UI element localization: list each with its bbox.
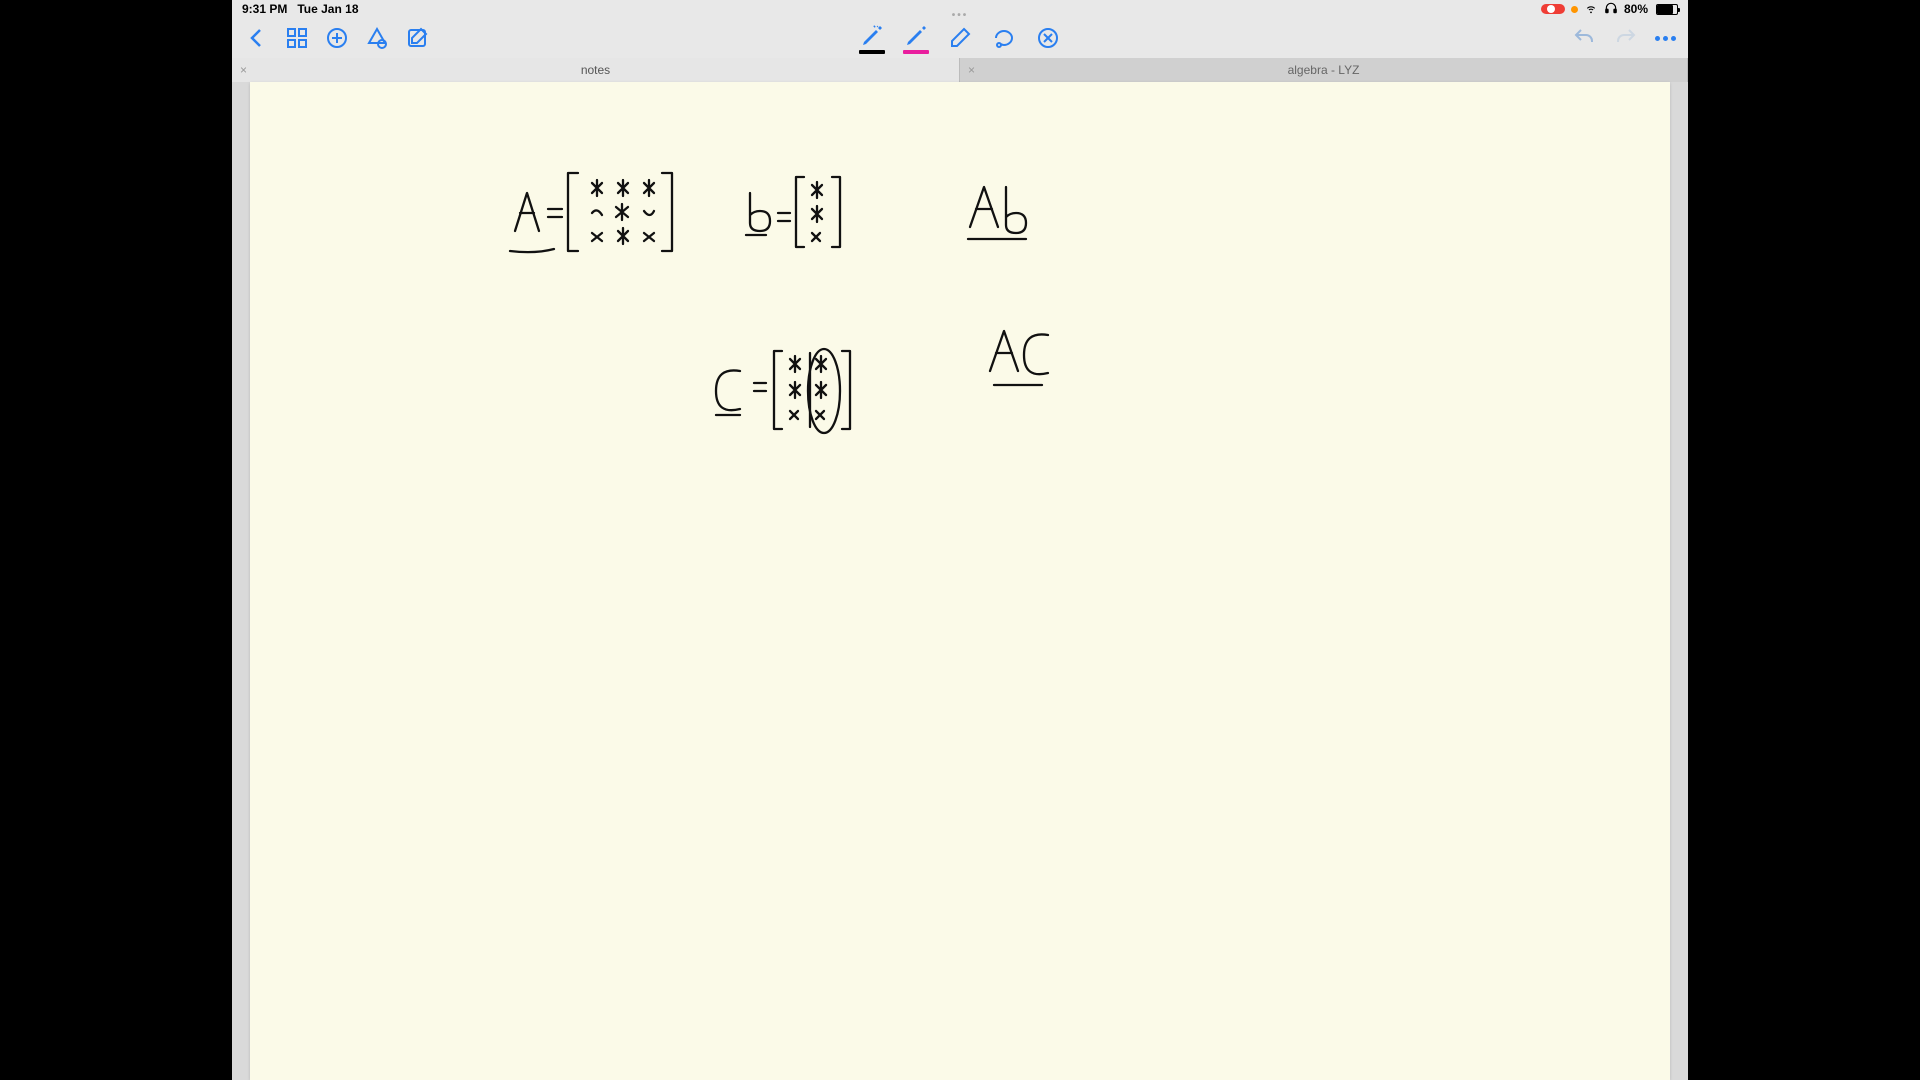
battery-percent: 80% (1624, 2, 1648, 16)
hw-AC (990, 331, 1048, 385)
close-tool[interactable] (1035, 25, 1061, 51)
drawing-canvas[interactable] (250, 82, 1670, 1080)
lasso-tool[interactable] (991, 25, 1017, 51)
mic-in-use-icon (1571, 6, 1578, 13)
tab-notes[interactable]: × notes (232, 58, 960, 82)
more-menu-button[interactable] (1655, 36, 1676, 41)
tab-label: notes (581, 63, 610, 77)
hw-A-equals (510, 173, 672, 252)
undo-button[interactable] (1571, 25, 1597, 51)
headphones-icon (1604, 1, 1618, 18)
redo-button[interactable] (1613, 25, 1639, 51)
pen-tool-1[interactable] (859, 23, 885, 54)
add-page-button[interactable] (324, 25, 350, 51)
eraser-tool[interactable] (947, 25, 973, 51)
grid-view-button[interactable] (284, 25, 310, 51)
hw-b-equals (746, 177, 840, 247)
battery-icon (1656, 4, 1678, 15)
close-tab-icon[interactable]: × (240, 63, 247, 77)
handwriting-layer (250, 82, 1670, 1080)
back-button[interactable] (244, 25, 270, 51)
close-tab-icon[interactable]: × (968, 63, 975, 77)
wifi-icon (1584, 1, 1598, 18)
hw-C-equals (716, 349, 850, 433)
record-dot-icon (1547, 5, 1555, 13)
tab-bar: × notes × algebra - LYZ (232, 58, 1688, 82)
app-window: 9:31 PM Tue Jan 18 ••• 80% (232, 0, 1688, 1080)
tab-algebra[interactable]: × algebra - LYZ (960, 58, 1688, 82)
screen-record-indicator[interactable] (1541, 4, 1565, 14)
pen-tool-2[interactable] (903, 23, 929, 54)
shapes-button[interactable] (364, 25, 390, 51)
hw-Ab (968, 187, 1026, 239)
canvas-container (232, 82, 1688, 1080)
toolbar (232, 18, 1688, 58)
compose-button[interactable] (404, 25, 430, 51)
tab-label: algebra - LYZ (1288, 63, 1360, 77)
status-time: 9:31 PM (242, 2, 287, 16)
status-bar: 9:31 PM Tue Jan 18 ••• 80% (232, 0, 1688, 18)
status-date: Tue Jan 18 (297, 2, 358, 16)
